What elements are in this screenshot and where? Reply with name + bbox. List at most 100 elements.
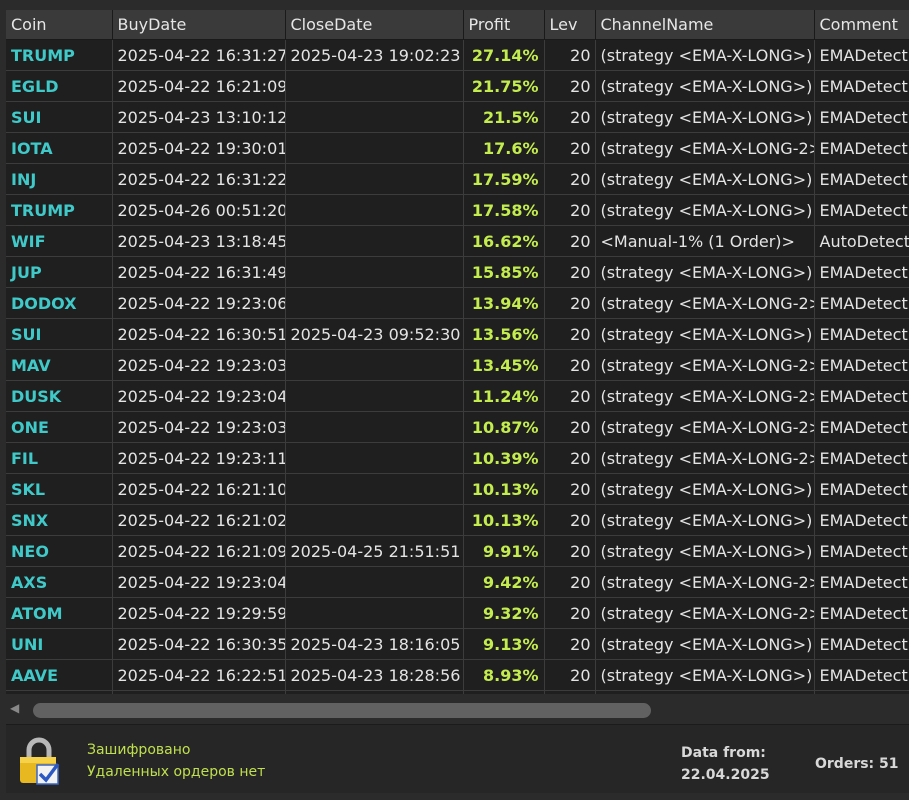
cell-closedate[interactable] [285, 442, 464, 474]
cell-profit[interactable]: 16.62% [463, 225, 545, 257]
cell-closedate[interactable] [285, 473, 464, 505]
cell-buydate[interactable]: 2025-04-22 16:30:51 [112, 318, 286, 350]
cell-profit[interactable]: 11.24% [463, 380, 545, 412]
cell-lev[interactable]: 20 [544, 225, 596, 257]
cell-closedate[interactable]: 2025-04-23 09:52:30 [285, 318, 464, 350]
cell-channelname[interactable]: (strategy <EMA-X-LONG>) [595, 70, 815, 102]
cell-buydate[interactable]: 2025-04-22 19:23:06 [112, 287, 286, 319]
cell-coin[interactable]: SKL [6, 473, 113, 505]
cell-channelname[interactable]: (strategy <EMA-X-LONG-2>) [595, 349, 815, 381]
cell-lev[interactable]: 20 [544, 132, 596, 164]
cell-channelname[interactable]: (strategy <EMA-X-LONG>) [595, 194, 815, 226]
cell-profit[interactable]: 9.91% [463, 535, 545, 567]
cell-channelname[interactable]: (strategy <EMA-X-LONG>) [595, 628, 815, 660]
scroll-left-arrow-icon[interactable]: ◀ [10, 701, 19, 715]
table-row[interactable]: EGLD 2025-04-22 16:21:09 21.75% 20 (strategy… [6, 70, 909, 102]
cell-lev[interactable]: 20 [544, 380, 596, 412]
cell-lev[interactable]: 20 [544, 163, 596, 195]
cell-comment[interactable]: EMADetection [814, 163, 909, 195]
table-row[interactable]: IOTA 2025-04-22 19:30:01 17.6% 20 (strategy … [6, 132, 909, 164]
cell-buydate[interactable]: 2025-04-22 19:23:03 [112, 411, 286, 443]
cell-buydate[interactable]: 2025-04-22 19:23:04 [112, 380, 286, 412]
cell-coin[interactable]: ONE [6, 411, 113, 443]
cell-profit[interactable]: 17.59% [463, 163, 545, 195]
cell-profit[interactable]: 13.45% [463, 349, 545, 381]
table-row[interactable]: NEO 2025-04-22 16:21:09 2025-04-25 21:51:5… [6, 535, 909, 567]
cell-closedate[interactable] [285, 380, 464, 412]
cell-comment[interactable]: EMADetection [814, 535, 909, 567]
cell-closedate[interactable] [285, 163, 464, 195]
cell-lev[interactable]: 20 [544, 411, 596, 443]
cell-comment[interactable]: EMADetection [814, 287, 909, 319]
table-row[interactable]: AAVE 2025-04-22 16:22:51 2025-04-23 18:28:… [6, 659, 909, 691]
cell-lev[interactable]: 20 [544, 287, 596, 319]
cell-lev[interactable]: 20 [544, 628, 596, 660]
cell-lev[interactable] [544, 690, 596, 694]
cell-profit[interactable]: 9.13% [463, 628, 545, 660]
cell-profit[interactable]: 9.32% [463, 597, 545, 629]
cell-profit[interactable]: 9.42% [463, 566, 545, 598]
cell-comment[interactable] [814, 690, 909, 694]
cell-lev[interactable]: 20 [544, 597, 596, 629]
cell-coin[interactable]: MAV [6, 349, 113, 381]
cell-comment[interactable]: EMADetection [814, 349, 909, 381]
cell-profit[interactable]: 10.13% [463, 473, 545, 505]
table-row[interactable]: SKL 2025-04-22 16:21:10 10.13% 20 (strategy … [6, 473, 909, 505]
cell-closedate[interactable] [285, 194, 464, 226]
cell-channelname[interactable]: (strategy <EMA-X-LONG-2>) [595, 132, 815, 164]
cell-profit[interactable] [463, 690, 545, 694]
cell-buydate[interactable]: 2025-04-22 19:29:59 [112, 597, 286, 629]
cell-profit[interactable]: 10.87% [463, 411, 545, 443]
cell-profit[interactable]: 15.85% [463, 256, 545, 288]
cell-buydate[interactable]: 2025-04-22 16:31:49 [112, 256, 286, 288]
cell-comment[interactable]: EMADetection [814, 411, 909, 443]
cell-channelname[interactable]: (strategy <EMA-X-LONG-2>) [595, 597, 815, 629]
cell-profit[interactable]: 13.94% [463, 287, 545, 319]
cell-lev[interactable]: 20 [544, 70, 596, 102]
cell-closedate[interactable] [285, 690, 464, 694]
cell-lev[interactable]: 20 [544, 39, 596, 71]
cell-closedate[interactable] [285, 566, 464, 598]
cell-coin[interactable]: SUI [6, 101, 113, 133]
cell-buydate[interactable]: 2025-04-22 16:21:02 [112, 504, 286, 536]
cell-closedate[interactable] [285, 349, 464, 381]
horizontal-scrollbar[interactable]: ◀ [6, 698, 909, 722]
cell-closedate[interactable] [285, 225, 464, 257]
cell-lev[interactable]: 20 [544, 194, 596, 226]
cell-channelname[interactable]: (strategy <EMA-X-LONG>) [595, 535, 815, 567]
cell-channelname[interactable]: <Manual-1% (1 Order)> [595, 225, 815, 257]
cell-lev[interactable]: 20 [544, 318, 596, 350]
table-row[interactable]: MAV 2025-04-22 19:23:03 13.45% 20 (strategy … [6, 349, 909, 381]
cell-coin[interactable]: AAVE [6, 659, 113, 691]
cell-buydate[interactable]: 2025-04-22 16:30:35 [112, 628, 286, 660]
cell-channelname[interactable]: (strategy <EMA-X-LONG>) [595, 659, 815, 691]
cell-closedate[interactable] [285, 101, 464, 133]
cell-coin[interactable]: JUP [6, 256, 113, 288]
table-row[interactable]: UNI 2025-04-22 16:30:35 2025-04-23 18:16:0… [6, 628, 909, 660]
cell-buydate[interactable] [112, 690, 286, 694]
orders-grid[interactable]: Coin BuyDate CloseDate Profit Lev Channe… [6, 10, 909, 694]
cell-profit[interactable]: 17.58% [463, 194, 545, 226]
cell-channelname[interactable]: (strategy <EMA-X-LONG-2>) [595, 380, 815, 412]
cell-coin[interactable]: ATOM [6, 597, 113, 629]
cell-buydate[interactable]: 2025-04-22 16:31:27 [112, 39, 286, 71]
cell-lev[interactable]: 20 [544, 101, 596, 133]
cell-comment[interactable]: EMADetection [814, 132, 909, 164]
cell-channelname[interactable]: (strategy <EMA-X-LONG>) [595, 473, 815, 505]
cell-buydate[interactable]: 2025-04-22 16:22:51 [112, 659, 286, 691]
cell-lev[interactable]: 20 [544, 442, 596, 474]
cell-buydate[interactable]: 2025-04-22 19:23:03 [112, 349, 286, 381]
cell-closedate[interactable] [285, 70, 464, 102]
column-header-closedate[interactable]: CloseDate [285, 10, 464, 40]
cell-comment[interactable]: EMADetection [814, 504, 909, 536]
cell-coin[interactable]: TRUMP [6, 39, 113, 71]
cell-coin[interactable] [6, 690, 113, 694]
column-header-profit[interactable]: Profit [463, 10, 545, 40]
cell-comment[interactable]: EMADetection [814, 194, 909, 226]
cell-channelname[interactable]: (strategy <EMA-X-LONG-2>) [595, 411, 815, 443]
cell-comment[interactable]: EMADetection [814, 628, 909, 660]
cell-closedate[interactable] [285, 504, 464, 536]
cell-channelname[interactable]: (strategy <EMA-X-LONG>) [595, 101, 815, 133]
cell-comment[interactable]: EMADetection [814, 256, 909, 288]
cell-profit[interactable]: 21.5% [463, 101, 545, 133]
